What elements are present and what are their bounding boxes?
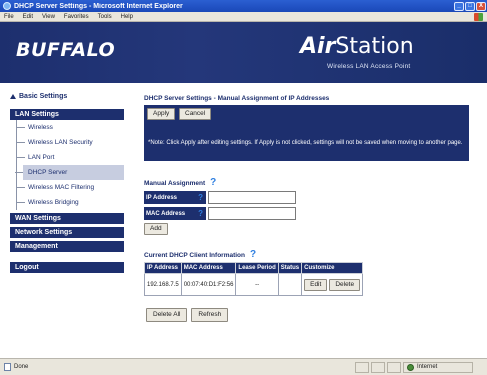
mac-address-label-text: MAC Address bbox=[146, 210, 186, 217]
main-panel: DHCP Server Settings - Manual Assignment… bbox=[144, 95, 469, 322]
mac-address-row: MAC Address ? bbox=[144, 207, 469, 220]
sidebar-item-wireless-bridging[interactable]: Wireless Bridging bbox=[17, 195, 124, 210]
menu-view[interactable]: View bbox=[42, 14, 55, 20]
ip-address-label: IP Address ? bbox=[144, 191, 206, 204]
add-button[interactable]: Add bbox=[144, 223, 168, 235]
ie-icon bbox=[3, 2, 11, 10]
action-panel: Apply Cancel *Note: Click Apply after ed… bbox=[144, 105, 469, 161]
basic-settings-label: Basic Settings bbox=[19, 93, 68, 100]
window-titlebar: DHCP Server Settings - Microsoft Interne… bbox=[0, 0, 487, 12]
product-title: AirStation bbox=[300, 34, 414, 59]
dhcp-client-table: IP Address MAC Address Lease Period Stat… bbox=[144, 262, 364, 296]
help-icon[interactable]: ? bbox=[250, 250, 256, 260]
page-title: DHCP Server Settings - Manual Assignment… bbox=[144, 95, 330, 102]
help-icon[interactable]: ? bbox=[198, 209, 203, 218]
menu-file[interactable]: File bbox=[4, 14, 14, 20]
help-icon[interactable]: ? bbox=[198, 193, 203, 202]
help-icon[interactable]: ? bbox=[210, 178, 216, 188]
apply-button[interactable]: Apply bbox=[147, 108, 176, 120]
delete-button[interactable]: Delete bbox=[329, 278, 361, 291]
globe-icon bbox=[407, 363, 414, 371]
table-row: 192.168.7.5 00:07:40:D1:F2:56 -- Edit Del… bbox=[144, 273, 364, 296]
manual-assignment-label: Manual Assignment bbox=[144, 179, 206, 187]
nav-network-settings[interactable]: Network Settings bbox=[10, 227, 124, 238]
mac-address-label: MAC Address ? bbox=[144, 207, 206, 220]
product-title-station: Station bbox=[335, 34, 414, 59]
col-customize: Customize bbox=[301, 262, 364, 274]
cell-lease: -- bbox=[235, 273, 279, 296]
col-ip-address: IP Address bbox=[144, 262, 182, 274]
table-header-row: IP Address MAC Address Lease Period Stat… bbox=[144, 262, 364, 274]
nav-lan-settings[interactable]: LAN Settings bbox=[10, 109, 124, 120]
sidebar-item-wireless[interactable]: Wireless bbox=[17, 120, 124, 135]
lan-subnav: Wireless Wireless LAN Security LAN Port … bbox=[15, 120, 124, 210]
windows-logo-icon bbox=[474, 12, 483, 21]
cell-ip: 192.168.7.5 bbox=[144, 273, 182, 296]
status-text: Done bbox=[14, 364, 29, 370]
product-title-air: Air bbox=[300, 34, 336, 59]
sidebar-item-wireless-lan-security[interactable]: Wireless LAN Security bbox=[17, 135, 124, 150]
refresh-button[interactable]: Refresh bbox=[191, 308, 229, 322]
nav-logout[interactable]: Logout bbox=[10, 262, 124, 273]
sidebar: Basic Settings LAN Settings Wireless Wir… bbox=[10, 93, 124, 273]
status-segment bbox=[371, 361, 385, 373]
basic-settings-link[interactable]: Basic Settings bbox=[10, 93, 124, 100]
delete-all-button[interactable]: Delete All bbox=[146, 308, 188, 322]
mac-address-input[interactable] bbox=[208, 207, 296, 220]
menu-favorites[interactable]: Favorites bbox=[64, 14, 89, 20]
cell-customize: Edit Delete bbox=[301, 273, 364, 296]
close-button[interactable]: X bbox=[476, 1, 486, 11]
buffalo-logo: BUFFALO bbox=[16, 39, 116, 61]
sidebar-item-dhcp-server[interactable]: DHCP Server bbox=[15, 165, 124, 180]
ip-address-input[interactable] bbox=[208, 191, 296, 204]
triangle-up-icon bbox=[10, 94, 16, 99]
menu-edit[interactable]: Edit bbox=[23, 14, 33, 20]
edit-button[interactable]: Edit bbox=[304, 278, 328, 291]
window-title: DHCP Server Settings - Microsoft Interne… bbox=[14, 2, 183, 10]
table-actions: Delete All Refresh bbox=[146, 308, 469, 322]
product-subtitle: Wireless LAN Access Point bbox=[327, 63, 411, 70]
page-content: Basic Settings LAN Settings Wireless Wir… bbox=[0, 83, 487, 358]
zone-label: Internet bbox=[417, 364, 438, 370]
menu-help[interactable]: Help bbox=[121, 14, 133, 20]
col-mac-address: MAC Address bbox=[180, 262, 237, 274]
status-segment bbox=[355, 361, 369, 373]
ip-address-label-text: IP Address bbox=[146, 194, 178, 201]
status-segment bbox=[387, 361, 401, 373]
sidebar-item-lan-port[interactable]: LAN Port bbox=[17, 150, 124, 165]
cancel-button[interactable]: Cancel bbox=[179, 108, 212, 120]
nav-wan-settings[interactable]: WAN Settings bbox=[10, 213, 124, 224]
header-banner: BUFFALO AirStation Wireless LAN Access P… bbox=[0, 22, 487, 83]
menu-tools[interactable]: Tools bbox=[98, 14, 112, 20]
menu-bar: File Edit View Favorites Tools Help bbox=[0, 12, 487, 22]
apply-note: *Note: Click Apply after editing setting… bbox=[148, 140, 463, 146]
page-icon bbox=[4, 363, 11, 371]
security-zone: Internet bbox=[403, 361, 473, 373]
manual-assignment-title: Manual Assignment ? bbox=[144, 178, 469, 188]
status-bar: Done Internet bbox=[0, 358, 487, 375]
client-info-title: Current DHCP Client Information ? bbox=[144, 250, 469, 260]
client-info-label: Current DHCP Client Information bbox=[144, 251, 245, 259]
ip-address-row: IP Address ? bbox=[144, 191, 469, 204]
cell-status bbox=[277, 273, 303, 296]
col-lease-period: Lease Period bbox=[235, 262, 279, 274]
nav-management[interactable]: Management bbox=[10, 241, 124, 252]
sidebar-item-wireless-mac-filtering[interactable]: Wireless MAC Filtering bbox=[17, 180, 124, 195]
cell-mac: 00:07:40:D1:F2:56 bbox=[180, 273, 237, 296]
minimize-button[interactable]: _ bbox=[454, 1, 464, 11]
maximize-button[interactable]: □ bbox=[465, 1, 475, 11]
col-status: Status bbox=[277, 262, 303, 274]
